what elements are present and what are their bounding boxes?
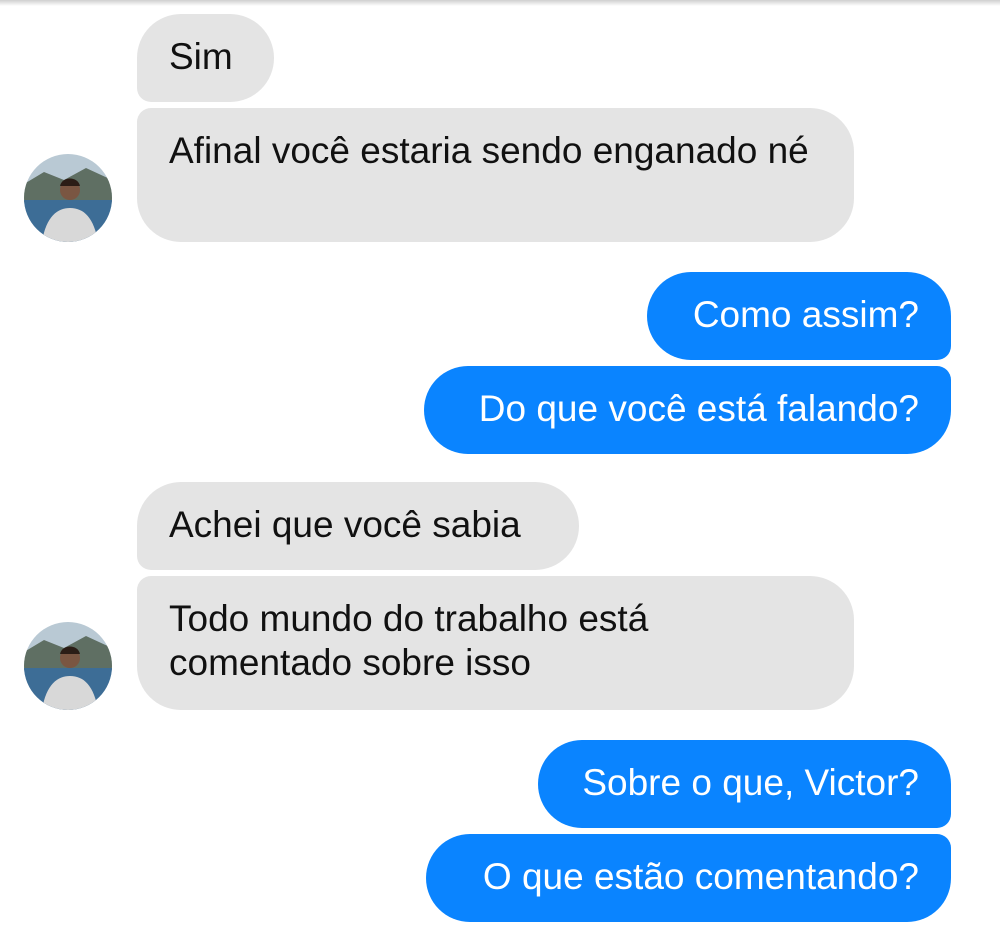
message-text: Afinal você estaria sendo enganado né — [169, 130, 809, 171]
avatar-photo-icon — [24, 154, 112, 242]
message-text: Do que você está falando? — [478, 388, 919, 429]
contact-avatar[interactable] — [24, 622, 112, 710]
top-divider — [0, 0, 1000, 6]
message-text: Achei que você sabia — [169, 504, 521, 545]
message-text: Todo mundo do trabalho está comentado so… — [169, 598, 649, 683]
message-bubble-incoming[interactable]: Achei que você sabia — [137, 482, 579, 570]
message-text: Sim — [169, 36, 233, 77]
message-bubble-incoming[interactable]: Sim — [137, 14, 274, 102]
message-text: O que estão comentando? — [482, 856, 919, 897]
message-text: Sobre o que, Victor? — [582, 762, 919, 803]
message-bubble-incoming[interactable]: Todo mundo do trabalho está comentado so… — [137, 576, 854, 710]
message-bubble-outgoing[interactable]: O que estão comentando? — [426, 834, 951, 922]
contact-avatar[interactable] — [24, 154, 112, 242]
message-bubble-outgoing[interactable]: Sobre o que, Victor? — [538, 740, 951, 828]
message-bubble-outgoing[interactable]: Do que você está falando? — [424, 366, 951, 454]
message-bubble-incoming[interactable]: Afinal você estaria sendo enganado né — [137, 108, 854, 242]
message-bubble-outgoing[interactable]: Como assim? — [647, 272, 951, 360]
avatar-photo-icon — [24, 622, 112, 710]
message-text: Como assim? — [692, 294, 919, 335]
